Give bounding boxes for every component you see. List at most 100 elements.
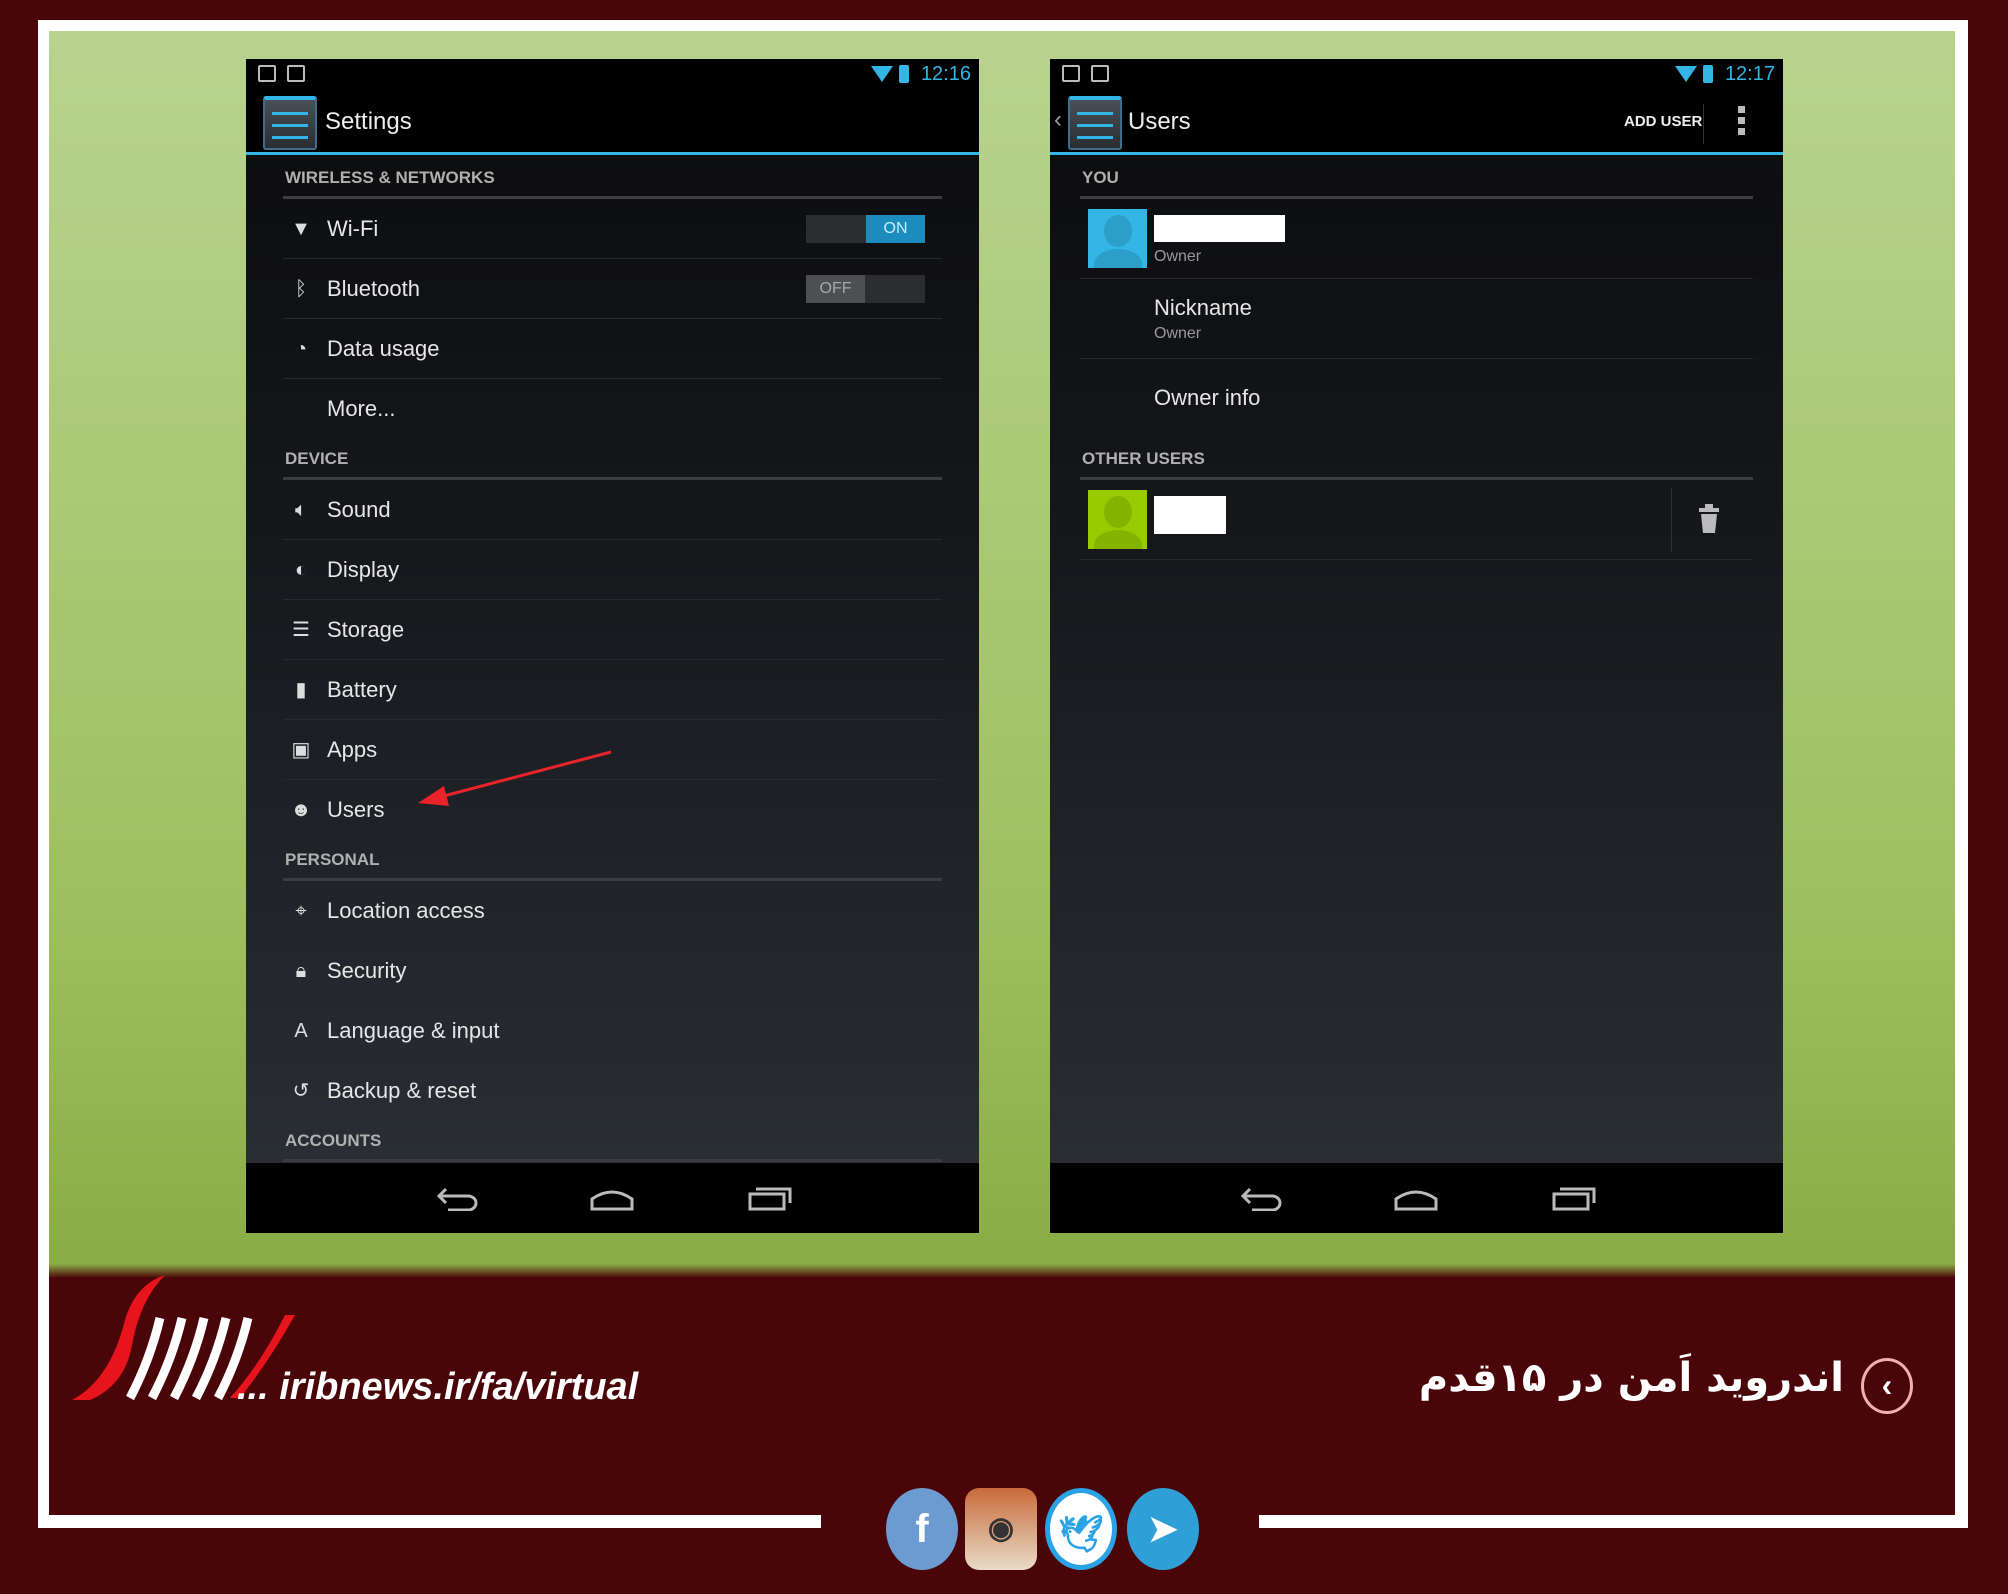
settings-item-sound[interactable]: 🔈︎ Sound (283, 480, 942, 540)
battery-status-icon (899, 65, 909, 83)
section-header: PERSONAL (283, 840, 942, 881)
navigation-bar (246, 1163, 979, 1233)
section-header: WIRELESS & NETWORKS (283, 158, 942, 199)
settings-item-more[interactable]: More... (283, 379, 942, 439)
backup-icon: ↺ (292, 1080, 310, 1102)
telegram-icon[interactable]: ➤ (1127, 1488, 1199, 1570)
frame-bottom-right (1259, 1515, 1968, 1528)
settings-list: WIRELESS & NETWORKS ▼ Wi-Fi ON ᛒ Bluetooth OFF… (246, 158, 979, 1162)
frame-right (1955, 20, 1968, 1528)
settings-item-label: Battery (327, 677, 397, 702)
language-icon: A (294, 1020, 308, 1042)
settings-item-storage[interactable]: ☰ Storage (283, 600, 942, 660)
navigation-bar (1050, 1163, 1783, 1233)
users-screenshot: 12:17 ‹ Users ADD USER YOU Owner Nicknam… (1050, 59, 1783, 1233)
settings-item-label: Sound (327, 497, 391, 522)
settings-item-label: Backup & reset (327, 1078, 477, 1103)
gallery-notification-icon (1062, 65, 1080, 82)
toggle-state: ON (866, 215, 925, 243)
owner-info-row[interactable]: Owner info (1080, 359, 1753, 439)
settings-item-wi-fi[interactable]: ▼ Wi-Fi ON (283, 199, 942, 259)
settings-app-icon[interactable] (263, 96, 317, 150)
wifi-status-icon (871, 66, 893, 82)
bluetooth-toggle[interactable]: OFF (806, 275, 925, 303)
status-time: 12:17 (1724, 63, 1775, 85)
settings-item-location-access[interactable]: ⌖ Location access (283, 881, 942, 941)
back-nav-icon[interactable] (436, 1185, 480, 1211)
play-store-notification-icon (1091, 65, 1109, 82)
apps-icon: ▣ (291, 739, 311, 761)
add-user-button[interactable]: ADD USER (1624, 113, 1702, 130)
section-header: ACCOUNTS (283, 1121, 942, 1162)
header-label: PERSONAL (285, 850, 380, 869)
section-header-other-users: OTHER USERS (1080, 439, 1753, 480)
owner-info-label: Owner info (1154, 385, 1261, 410)
lock-icon: 🔒︎ (295, 960, 307, 982)
home-nav-icon[interactable] (589, 1185, 635, 1211)
settings-item-label: Storage (327, 617, 405, 642)
users-icon: ☻ (290, 799, 312, 821)
back-nav-icon[interactable] (1240, 1185, 1284, 1211)
settings-item-language-input[interactable]: A Language & input (283, 1001, 942, 1061)
other-user-row[interactable] (1080, 480, 1753, 560)
owner-user-row[interactable]: Owner (1080, 199, 1753, 279)
gallery-notification-icon (258, 65, 276, 82)
other-user-name-redacted (1154, 496, 1226, 534)
header-label: ACCOUNTS (285, 1131, 382, 1150)
nickname-label: Nickname (1154, 295, 1252, 320)
settings-item-display[interactable]: ◐ Display (283, 540, 942, 600)
users-list: YOU Owner Nickname Owner Owner info OTHE… (1050, 158, 1783, 560)
header-label: YOU (1082, 168, 1119, 187)
bluetooth-icon: ᛒ (295, 278, 307, 300)
settings-item-apps[interactable]: ▣ Apps (283, 720, 942, 780)
action-bar: Settings (246, 90, 979, 155)
section-header-you: YOU (1080, 158, 1753, 199)
settings-item-bluetooth[interactable]: ᛒ Bluetooth OFF (283, 259, 942, 319)
home-nav-icon[interactable] (1393, 1185, 1439, 1211)
settings-app-icon[interactable] (1068, 96, 1122, 150)
page-title: Settings (325, 108, 412, 135)
settings-item-label: More... (327, 396, 396, 421)
battery-icon: ▮ (295, 679, 307, 701)
settings-item-data-usage[interactable]: ◔ Data usage (283, 319, 942, 379)
settings-item-backup-reset[interactable]: ↺ Backup & reset (283, 1061, 942, 1121)
storage-icon: ☰ (292, 619, 310, 641)
frame-bottom-left (38, 1515, 821, 1528)
status-bar: 12:17 (1050, 59, 1783, 90)
row-divider (1671, 488, 1672, 552)
settings-item-label: Wi-Fi (327, 216, 379, 241)
back-arrow-circle-icon[interactable]: ‹ (1861, 1358, 1913, 1414)
delete-user-trash-icon[interactable] (1698, 504, 1720, 534)
location-icon: ⌖ (295, 900, 307, 922)
header-label: DEVICE (285, 449, 349, 468)
status-bar: 12:16 (246, 59, 979, 90)
settings-item-label: Language & input (327, 1018, 500, 1043)
settings-item-battery[interactable]: ▮ Battery (283, 660, 942, 720)
settings-item-label: Location access (327, 898, 485, 923)
recent-apps-nav-icon[interactable] (748, 1185, 792, 1211)
status-time: 12:16 (920, 63, 971, 85)
instagram-icon[interactable]: ◉ (965, 1488, 1037, 1570)
toggle-state: OFF (806, 275, 865, 303)
owner-role: Owner (1154, 248, 1202, 265)
facebook-icon[interactable]: f (886, 1488, 958, 1570)
footer-url[interactable]: ... iribnews.ir/fa/virtual (237, 1366, 638, 1409)
settings-item-users[interactable]: ☻ Users (283, 780, 942, 840)
up-chevron-icon[interactable]: ‹ (1054, 106, 1062, 134)
recent-apps-nav-icon[interactable] (1552, 1185, 1596, 1211)
owner-name-redacted (1154, 215, 1285, 242)
settings-item-label: Data usage (327, 336, 440, 361)
settings-item-security[interactable]: 🔒︎ Security (283, 941, 942, 1001)
wifi-toggle[interactable]: ON (806, 215, 925, 243)
other-user-avatar (1088, 490, 1147, 549)
data-usage-icon: ◔ (294, 338, 308, 360)
display-icon: ◐ (294, 559, 308, 581)
settings-screenshot: 12:16 Settings WIRELESS & NETWORKS ▼ Wi-Fi… (246, 59, 979, 1233)
twitter-icon[interactable]: 🕊 (1045, 1488, 1117, 1570)
page-title: Users (1128, 108, 1191, 135)
nickname-row[interactable]: Nickname Owner (1080, 279, 1753, 359)
wifi-status-icon (1675, 66, 1697, 82)
settings-item-label: Apps (327, 737, 378, 762)
overflow-menu-icon[interactable] (1738, 106, 1745, 136)
header-label: WIRELESS & NETWORKS (285, 168, 495, 187)
